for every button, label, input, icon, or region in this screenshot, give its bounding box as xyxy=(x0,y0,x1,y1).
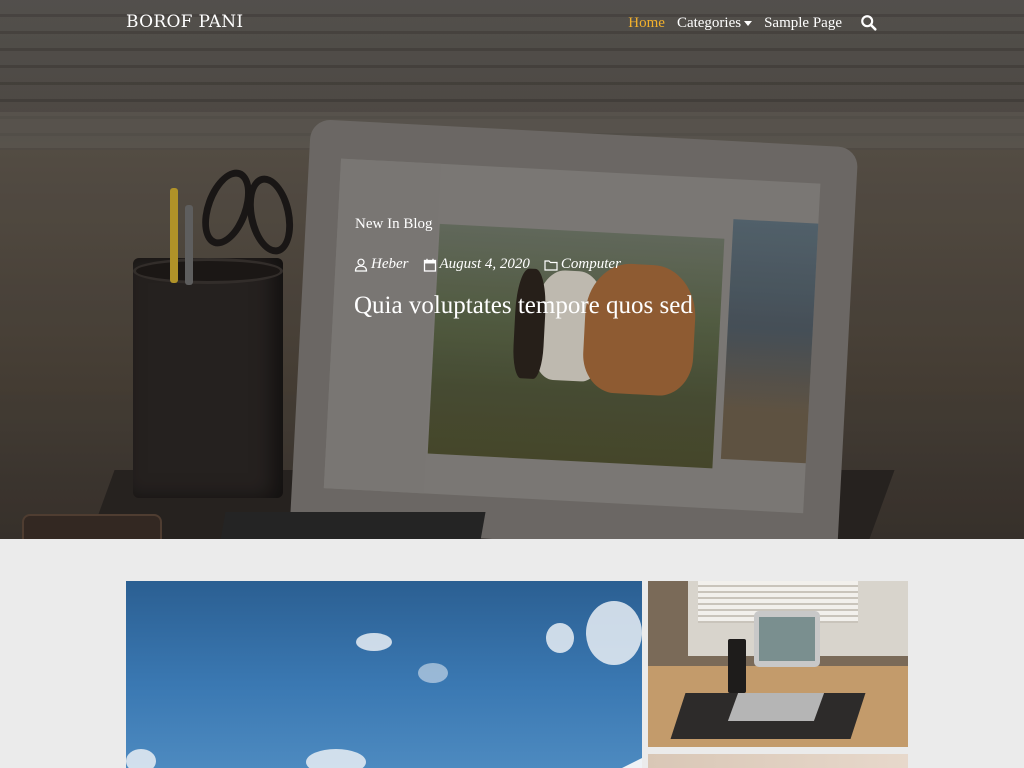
nav-home[interactable]: Home xyxy=(628,15,665,32)
nav-categories-label: Categories xyxy=(676,14,742,31)
post-category-link[interactable]: Computer xyxy=(544,256,621,273)
user-icon xyxy=(354,258,368,272)
calendar-icon xyxy=(423,258,436,272)
post-date: August 4, 2020 xyxy=(423,256,530,273)
sky-cloud xyxy=(306,749,366,768)
post-title[interactable]: Quia voluptates tempore quos sed xyxy=(354,292,693,320)
sky-cloud xyxy=(418,663,448,683)
site-brand[interactable]: BOROF PANI xyxy=(126,12,243,32)
top-navbar: BOROF PANI Home Categories Sample Page xyxy=(0,0,1024,48)
pen-cup xyxy=(728,639,746,693)
sky-cloud xyxy=(546,623,574,653)
caret-down-icon xyxy=(744,20,753,26)
nav-menu: Home Categories Sample Page xyxy=(628,14,878,32)
mountain-peak xyxy=(596,741,642,768)
sky-cloud xyxy=(126,749,156,768)
post-meta: Heber August 4, 2020 Computer xyxy=(354,256,621,273)
nav-categories[interactable]: Categories xyxy=(676,14,753,32)
post-card-laptop[interactable] xyxy=(648,581,908,747)
post-author-name: Heber xyxy=(371,256,409,272)
folder-icon xyxy=(544,259,558,271)
sky-cloud xyxy=(586,601,642,665)
sky-cloud xyxy=(356,633,392,651)
featured-post-card[interactable] xyxy=(126,581,642,768)
search-icon[interactable] xyxy=(860,14,878,32)
post-author[interactable]: Heber xyxy=(354,256,409,273)
post-date-text: August 4, 2020 xyxy=(439,256,530,272)
post-category-text: Computer xyxy=(560,256,621,272)
laptop xyxy=(754,611,820,667)
nav-sample-page[interactable]: Sample Page xyxy=(764,15,842,32)
post-category-label[interactable]: New In Blog xyxy=(355,216,433,233)
laptop-keyboard xyxy=(727,693,825,721)
post-card-secondary[interactable] xyxy=(648,754,908,768)
